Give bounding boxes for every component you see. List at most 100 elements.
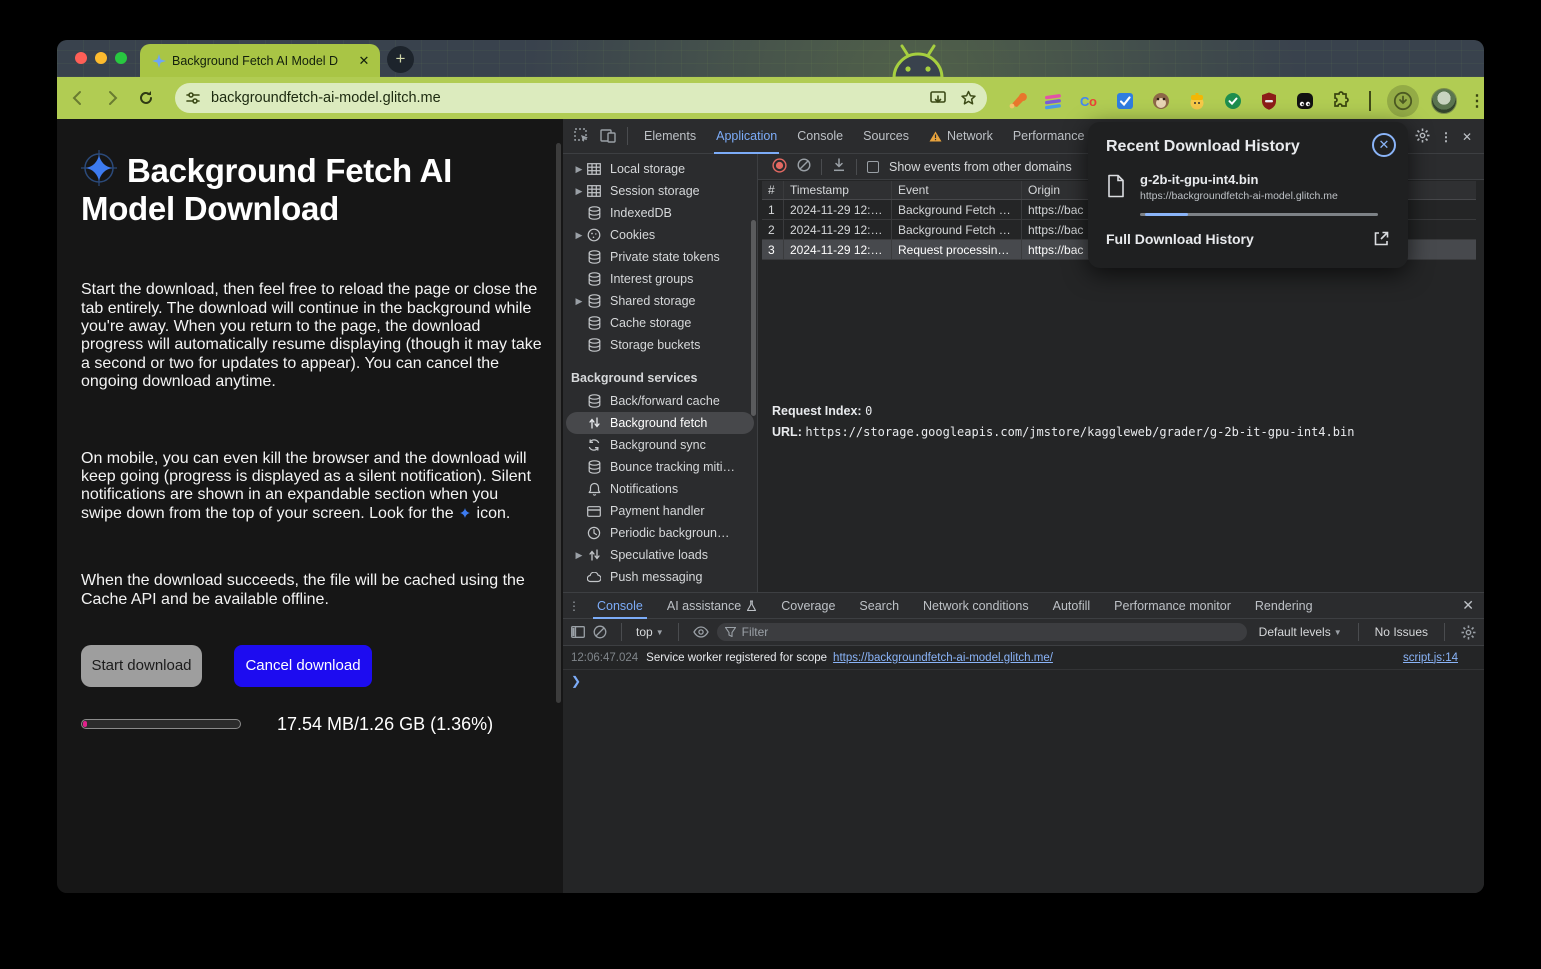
maximize-window-button[interactable]: [115, 52, 127, 64]
log-source-link[interactable]: script.js:14: [1403, 652, 1458, 664]
console-settings-icon[interactable]: [1461, 625, 1476, 640]
external-link-icon[interactable]: [1373, 230, 1390, 247]
sidebar-item-bounce-tracking[interactable]: Bounce tracking miti…: [566, 456, 754, 478]
ext-icon-2[interactable]: [1041, 89, 1065, 113]
sidebar-scrollbar[interactable]: [751, 220, 756, 416]
sidebar-item-session-storage[interactable]: ▶Session storage: [566, 180, 754, 202]
drawer-tab-search[interactable]: Search: [847, 593, 911, 619]
devtools-menu-icon[interactable]: ⋮: [1440, 130, 1452, 144]
sidebar-item-interest-groups[interactable]: Interest groups: [566, 268, 754, 290]
tab-performance[interactable]: Performance: [1003, 119, 1095, 154]
window-controls: [75, 52, 127, 64]
tab-application[interactable]: Application: [706, 119, 787, 154]
live-expression-icon[interactable]: [693, 626, 709, 638]
clear-console-icon[interactable]: [593, 625, 607, 639]
extensions-puzzle-icon[interactable]: [1329, 89, 1353, 113]
sidebar-item-speculative-loads[interactable]: ▶Speculative loads: [566, 544, 754, 566]
ext-icon-6[interactable]: [1185, 89, 1209, 113]
back-icon[interactable]: [65, 85, 91, 111]
ext-icon-7[interactable]: [1221, 89, 1245, 113]
drawer-menu-icon[interactable]: ⋮: [563, 599, 585, 613]
send-to-device-icon[interactable]: [930, 91, 948, 106]
sidebar-item-payment-handler[interactable]: Payment handler: [566, 500, 754, 522]
ext-icon-1[interactable]: [1005, 89, 1029, 113]
mobile-paragraph: On mobile, you can even kill the browser…: [81, 450, 543, 524]
drawer-tab-ai-assistance[interactable]: AI assistance: [655, 593, 769, 619]
table-cell: 2: [762, 220, 784, 239]
drawer-tab-rendering[interactable]: Rendering: [1243, 593, 1325, 619]
console-prompt[interactable]: ❯: [563, 670, 1484, 692]
sidebar-item-indexeddb[interactable]: IndexedDB: [566, 202, 754, 224]
devtools-close-icon[interactable]: ✕: [1462, 130, 1472, 144]
sidebar-item-back-forward-cache[interactable]: Back/forward cache: [566, 390, 754, 412]
sidebar-item-background-fetch[interactable]: Background fetch: [566, 412, 754, 434]
browser-menu-icon[interactable]: ⋮: [1469, 99, 1483, 104]
sidebar-item-cache-storage[interactable]: Cache storage: [566, 312, 754, 334]
tab-close-icon[interactable]: ✕: [356, 53, 372, 69]
minimize-window-button[interactable]: [95, 52, 107, 64]
col-num[interactable]: #: [762, 181, 784, 199]
inspect-element-icon[interactable]: [569, 126, 595, 146]
drawer-tab-performance-monitor[interactable]: Performance monitor: [1102, 593, 1243, 619]
issues-counter[interactable]: No Issues: [1375, 625, 1428, 639]
browser-window: Background Fetch AI Model D ✕ + backgrou…: [57, 40, 1484, 893]
reload-icon[interactable]: [133, 85, 159, 111]
sidebar-item-cookies[interactable]: ▶Cookies: [566, 224, 754, 246]
request-index-value: 0: [865, 404, 872, 418]
clear-icon[interactable]: [797, 158, 811, 175]
drawer-close-icon[interactable]: ✕: [1462, 597, 1474, 614]
drawer-tab-console[interactable]: Console: [585, 593, 655, 619]
ext-icon-8[interactable]: [1257, 89, 1281, 113]
drawer-tab-network-conditions[interactable]: Network conditions: [911, 593, 1041, 619]
tab-console[interactable]: Console: [787, 119, 853, 154]
download-history-popup: Recent Download History ✕ g-2b-it-gpu-in…: [1088, 122, 1408, 268]
sidebar-item-periodic-background-sync[interactable]: Periodic backgroun…: [566, 522, 754, 544]
sidebar-item-background-sync[interactable]: Background sync: [566, 434, 754, 456]
popup-close-icon[interactable]: ✕: [1372, 133, 1396, 157]
drawer-tab-autofill[interactable]: Autofill: [1041, 593, 1103, 619]
browser-tab[interactable]: Background Fetch AI Model D ✕: [140, 44, 380, 77]
show-events-checkbox[interactable]: [867, 161, 879, 173]
page-scrollbar[interactable]: [556, 143, 561, 703]
forward-icon[interactable]: [99, 85, 125, 111]
close-window-button[interactable]: [75, 52, 87, 64]
sidebar-item-storage-buckets[interactable]: Storage buckets: [566, 334, 754, 356]
download-progress-text: 17.54 MB/1.26 GB (1.36%): [277, 714, 493, 735]
sidebar-item-private-state-tokens[interactable]: Private state tokens: [566, 246, 754, 268]
record-icon[interactable]: [772, 158, 787, 176]
context-selector[interactable]: top▼: [636, 625, 664, 639]
new-tab-button[interactable]: +: [387, 46, 414, 73]
sidebar-item-shared-storage[interactable]: ▶Shared storage: [566, 290, 754, 312]
sidebar-item-push-messaging[interactable]: Push messaging: [566, 566, 754, 588]
devtools-settings-icon[interactable]: [1415, 128, 1430, 146]
ext-icon-9[interactable]: [1293, 89, 1317, 113]
profile-avatar[interactable]: [1431, 88, 1457, 114]
console-sidebar-icon[interactable]: [571, 626, 585, 638]
drawer-tab-coverage[interactable]: Coverage: [769, 593, 847, 619]
site-settings-icon[interactable]: [185, 91, 201, 105]
sidebar-item-notifications[interactable]: Notifications: [566, 478, 754, 500]
full-download-history-link[interactable]: Full Download History: [1106, 231, 1373, 247]
bookmark-star-icon[interactable]: [960, 90, 977, 106]
ext-icon-4[interactable]: [1113, 89, 1137, 113]
tab-network[interactable]: Network: [919, 119, 1003, 154]
download-file-url: https://backgroundfetch-ai-model.glitch.…: [1140, 190, 1378, 202]
url-bar[interactable]: backgroundfetch-ai-model.glitch.me: [175, 83, 987, 113]
inline-sparkle-icon: [458, 506, 472, 520]
console-filter-input[interactable]: Filter: [717, 623, 1247, 641]
col-timestamp[interactable]: Timestamp: [784, 181, 892, 199]
log-scope-link[interactable]: https://backgroundfetch-ai-model.glitch.…: [833, 652, 1053, 664]
ext-icon-5[interactable]: [1149, 89, 1173, 113]
cancel-download-button[interactable]: Cancel download: [234, 645, 372, 687]
tab-elements[interactable]: Elements: [634, 119, 706, 154]
downloads-progress-button[interactable]: [1387, 85, 1419, 117]
start-download-button[interactable]: Start download: [81, 645, 202, 687]
col-event[interactable]: Event: [892, 181, 1022, 199]
ext-icon-3[interactable]: Co: [1077, 89, 1101, 113]
log-levels-selector[interactable]: Default levels▼: [1259, 625, 1342, 639]
tab-sources[interactable]: Sources: [853, 119, 919, 154]
download-item[interactable]: g-2b-it-gpu-int4.bin https://backgroundf…: [1106, 172, 1390, 216]
device-toolbar-icon[interactable]: [595, 126, 621, 146]
sidebar-item-local-storage[interactable]: ▶Local storage: [566, 158, 754, 180]
save-events-icon[interactable]: [832, 158, 846, 175]
